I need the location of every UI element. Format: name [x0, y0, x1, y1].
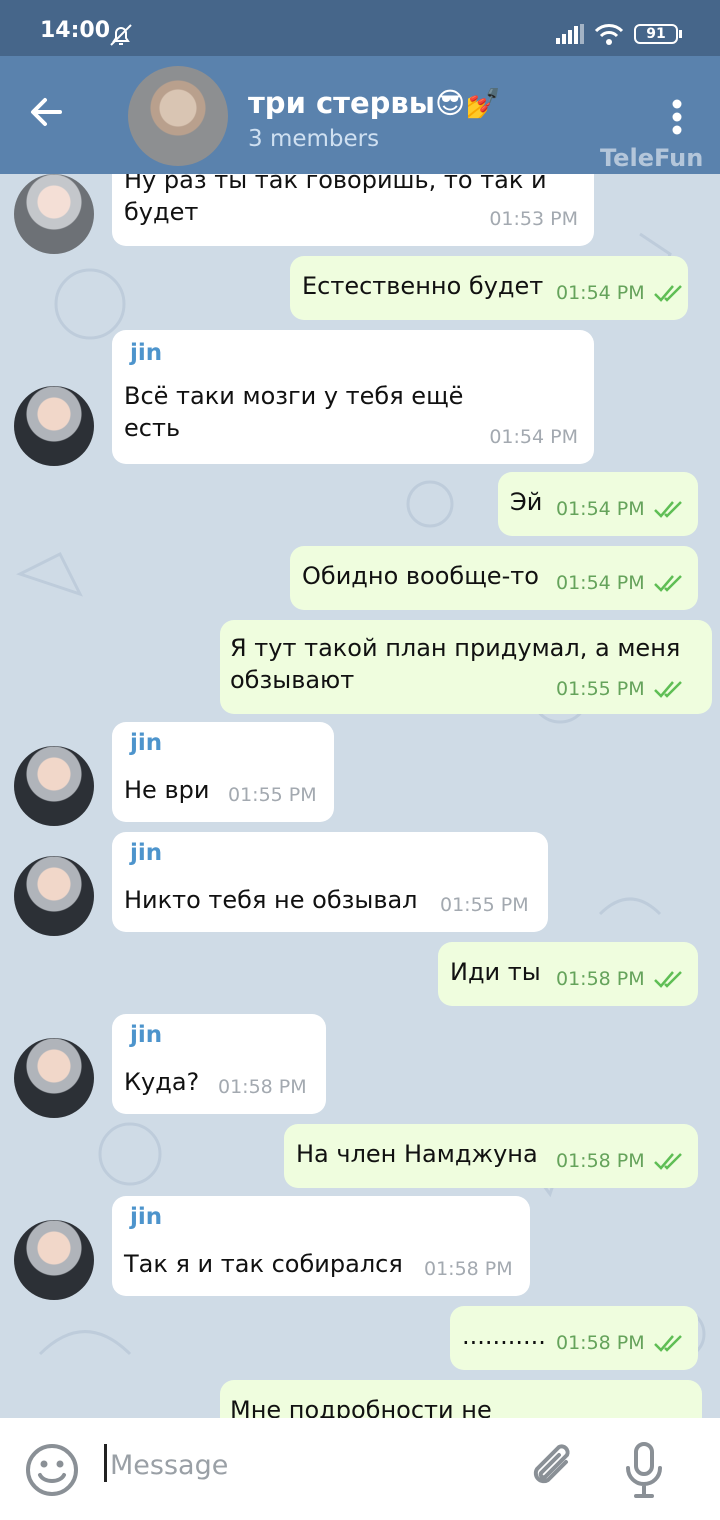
message-text: Обидно вообще-то — [302, 562, 539, 590]
double-check-icon — [654, 971, 682, 988]
message-time: 01:54 PM — [556, 498, 645, 520]
message-bubble[interactable]: ........... 01:58 PM — [450, 1306, 698, 1370]
message-bubble[interactable]: Иди ты 01:58 PM — [438, 942, 698, 1006]
double-check-icon — [654, 1153, 682, 1170]
message-time: 01:58 PM — [556, 968, 645, 990]
message-text: Никто тебя не обзывал — [124, 886, 418, 914]
message-bubble[interactable]: На член Намджуна 01:58 PM — [284, 1124, 698, 1188]
double-check-icon — [654, 681, 682, 698]
message-bubble[interactable]: Эй 01:54 PM — [498, 472, 698, 536]
message-time: 01:58 PM — [218, 1076, 307, 1098]
message-text: Не ври — [124, 776, 210, 804]
sender-name[interactable]: jin — [130, 1204, 162, 1230]
mic-button[interactable] — [622, 1440, 666, 1504]
message-bubble[interactable]: jin Так я и так собирался 01:58 PM — [112, 1196, 530, 1296]
message-text: Эй — [510, 488, 543, 516]
message-bubble[interactable]: jin Всё таки мозги у тебя ещё есть 01:54… — [112, 330, 594, 464]
status-time: 14:00 — [40, 18, 111, 43]
message-bubble[interactable]: Ну раз ты так говоришь, то так и будет 0… — [112, 174, 594, 246]
message-input[interactable] — [108, 1442, 492, 1488]
double-check-icon — [654, 501, 682, 518]
message-time: 01:55 PM — [440, 894, 529, 916]
message-bubble[interactable]: jin Не ври 01:55 PM — [112, 722, 334, 822]
message-time: 01:58 PM — [424, 1258, 513, 1280]
battery-tip — [679, 30, 682, 38]
message-bubble[interactable]: Естественно будет 01:54 PM — [290, 256, 688, 320]
message-time: 01:54 PM — [489, 426, 578, 448]
message-bubble[interactable]: Обидно вообще-то 01:54 PM — [290, 546, 698, 610]
watermark: TeleFun — [600, 144, 704, 172]
sender-avatar[interactable] — [14, 386, 94, 466]
text-cursor — [104, 1444, 107, 1482]
message-text: Естественно будет — [302, 272, 544, 300]
message-bubble[interactable]: Я тут такой план придумал, а меня обзыва… — [220, 620, 712, 714]
sender-name[interactable]: jin — [130, 730, 162, 756]
sender-name[interactable]: jin — [130, 840, 162, 866]
sender-avatar[interactable] — [14, 174, 94, 254]
wifi-icon — [594, 22, 624, 50]
sender-avatar[interactable] — [14, 856, 94, 936]
sender-avatar[interactable] — [14, 1220, 94, 1300]
message-input-bar — [0, 1418, 720, 1520]
message-time: 01:55 PM — [556, 678, 645, 700]
message-text: Иди ты — [450, 958, 541, 986]
group-title[interactable]: три стервы😎💅 — [248, 86, 501, 121]
sender-name[interactable]: jin — [130, 340, 162, 366]
battery-icon: 91 — [634, 24, 678, 44]
message-time: 01:58 PM — [556, 1150, 645, 1172]
bell-muted-icon — [108, 22, 134, 52]
message-bubble[interactable]: Мне подробности не — [220, 1380, 702, 1418]
message-time: 01:54 PM — [556, 572, 645, 594]
message-list[interactable]: Ну раз ты так говоришь, то так и будет 0… — [0, 174, 720, 1418]
group-avatar[interactable] — [128, 66, 228, 166]
message-time: 01:58 PM — [556, 1332, 645, 1354]
message-text: Всё таки мозги у тебя ещё есть — [124, 382, 464, 442]
message-text: Так я и так собирался — [124, 1250, 403, 1278]
members-count: 3 members — [248, 126, 380, 152]
emoji-button[interactable] — [24, 1442, 80, 1502]
attach-button[interactable] — [526, 1440, 582, 1500]
signal-icon — [556, 24, 586, 48]
sender-name[interactable]: jin — [130, 1022, 162, 1048]
message-bubble[interactable]: jin Никто тебя не обзывал 01:55 PM — [112, 832, 548, 932]
sender-avatar[interactable] — [14, 1038, 94, 1118]
double-check-icon — [654, 575, 682, 592]
arrow-left-icon — [31, 98, 62, 126]
status-bar: 14:00 91 — [0, 0, 720, 56]
message-text: ........... — [462, 1322, 546, 1350]
message-text: Мне подробности не — [230, 1396, 492, 1418]
double-check-icon — [654, 1335, 682, 1352]
sender-avatar[interactable] — [14, 746, 94, 826]
message-bubble[interactable]: jin Куда? 01:58 PM — [112, 1014, 326, 1114]
message-text: Ну раз ты так говоришь, то так и будет — [124, 174, 547, 226]
paperclip-icon — [533, 1444, 570, 1484]
microphone-icon — [626, 1442, 662, 1498]
message-text: Куда? — [124, 1068, 200, 1096]
message-time: 01:53 PM — [489, 208, 578, 230]
message-text: На член Намджуна — [296, 1140, 538, 1168]
double-check-icon — [654, 285, 682, 302]
menu-button[interactable] — [660, 96, 694, 138]
emoji-icon — [26, 1444, 78, 1496]
message-time: 01:55 PM — [228, 784, 317, 806]
more-vert-icon — [672, 99, 682, 135]
back-button[interactable] — [26, 92, 82, 140]
message-time: 01:54 PM — [556, 282, 645, 304]
